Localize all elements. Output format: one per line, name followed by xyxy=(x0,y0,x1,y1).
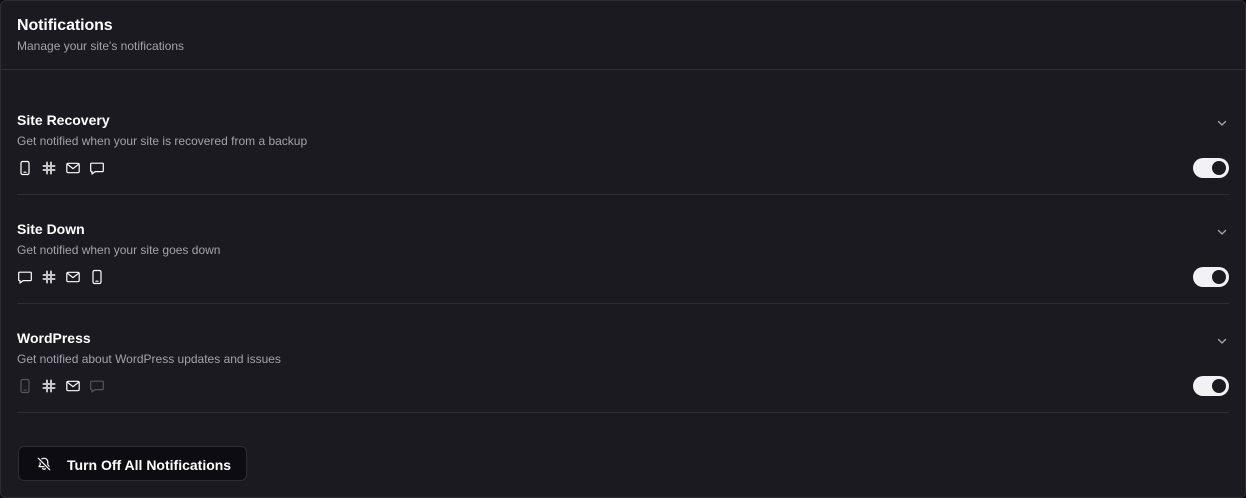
section-description: Get notified when your site is recovered… xyxy=(17,134,308,148)
notifications-card: Notifications Manage your site's notific… xyxy=(0,0,1246,498)
section-wordpress: WordPress Get notified about WordPress u… xyxy=(17,330,1229,413)
section-site-recovery: Site Recovery Get notified when your sit… xyxy=(17,112,1229,195)
page-subtitle: Manage your site's notifications xyxy=(17,39,185,53)
section-title: Site Recovery xyxy=(17,112,110,128)
notification-toggle[interactable] xyxy=(1193,158,1229,178)
channel-icons xyxy=(17,269,105,285)
chat-icon[interactable] xyxy=(17,269,33,285)
mobile-icon[interactable] xyxy=(17,160,33,176)
notification-toggle[interactable] xyxy=(1193,267,1229,287)
chevron-down-icon[interactable] xyxy=(1215,334,1229,348)
bell-off-icon xyxy=(37,457,51,471)
turn-off-all-button[interactable]: Turn Off All Notifications xyxy=(18,446,247,481)
email-icon[interactable] xyxy=(65,378,81,394)
page-title: Notifications xyxy=(17,17,113,34)
slack-icon[interactable] xyxy=(41,160,57,176)
card-header: Notifications Manage your site's notific… xyxy=(1,1,1245,70)
mobile-icon[interactable] xyxy=(17,378,33,394)
email-icon[interactable] xyxy=(65,269,81,285)
chat-icon[interactable] xyxy=(89,378,105,394)
mobile-icon[interactable] xyxy=(89,269,105,285)
channel-icons xyxy=(17,160,105,176)
section-title: Site Down xyxy=(17,221,85,237)
toggle-knob xyxy=(1212,161,1226,175)
slack-icon[interactable] xyxy=(41,269,57,285)
toggle-knob xyxy=(1212,379,1226,393)
section-description: Get notified about WordPress updates and… xyxy=(17,352,281,366)
notification-toggle[interactable] xyxy=(1193,376,1229,396)
slack-icon[interactable] xyxy=(41,378,57,394)
channel-icons xyxy=(17,378,105,394)
chevron-down-icon[interactable] xyxy=(1215,116,1229,130)
chevron-down-icon[interactable] xyxy=(1215,225,1229,239)
section-site-down: Site Down Get notified when your site go… xyxy=(17,221,1229,304)
email-icon[interactable] xyxy=(65,160,81,176)
turn-off-all-label: Turn Off All Notifications xyxy=(67,457,232,473)
chat-icon[interactable] xyxy=(89,160,105,176)
section-title: WordPress xyxy=(17,330,91,346)
section-description: Get notified when your site goes down xyxy=(17,243,221,257)
toggle-knob xyxy=(1212,270,1226,284)
